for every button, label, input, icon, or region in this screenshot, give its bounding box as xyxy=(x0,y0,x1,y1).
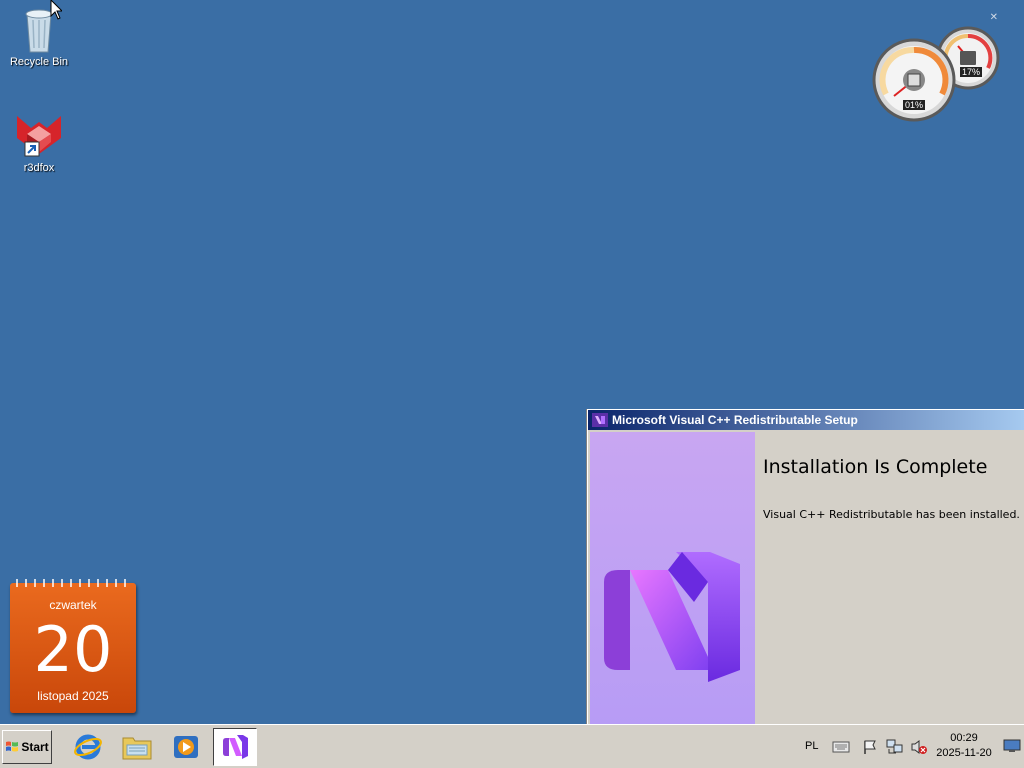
setup-window[interactable]: Microsoft Visual C++ Redistributable Set… xyxy=(587,409,1024,724)
calendar-rings xyxy=(16,579,126,587)
start-button[interactable]: Start xyxy=(2,730,52,764)
setup-content: Installation Is Complete Visual C++ Redi… xyxy=(763,432,1024,724)
calendar-month-year: listopad 2025 xyxy=(37,689,109,703)
windows-logo-icon xyxy=(6,741,19,752)
media-player-icon xyxy=(174,736,198,758)
recycle-bin-label: Recycle Bin xyxy=(9,56,69,68)
setup-window-title: Microsoft Visual C++ Redistributable Set… xyxy=(612,413,858,427)
mouse-cursor-icon xyxy=(50,0,62,20)
taskbar-windows-explorer[interactable] xyxy=(115,728,159,766)
setup-side-banner xyxy=(590,432,755,724)
volume-muted-icon[interactable] xyxy=(910,739,928,755)
cpu-meter-gadget[interactable]: ✕ 01% 17% xyxy=(872,12,1002,124)
system-clock[interactable]: 00:29 2025-11-20 xyxy=(934,731,994,761)
gadget-close-icon[interactable]: ✕ xyxy=(990,12,998,23)
desktop: Recycle Bin r3dfox ✕ 01% 17% czwartek 20… xyxy=(0,0,1024,724)
cpu-percent-readout: 01% xyxy=(903,100,926,110)
visual-studio-installer-icon xyxy=(223,735,248,759)
taskbar-media-player[interactable] xyxy=(164,728,208,766)
recycle-bin-shortcut[interactable]: Recycle Bin xyxy=(1,6,77,68)
language-indicator[interactable]: PL xyxy=(805,740,818,752)
taskbar: Start PL 00:29 2025-11-20 xyxy=(0,724,1024,768)
network-icon[interactable] xyxy=(886,739,904,755)
keyboard-icon[interactable] xyxy=(832,739,850,753)
r3dfox-label: r3dfox xyxy=(23,162,55,174)
visual-studio-logo-icon xyxy=(604,552,740,682)
internet-explorer-icon xyxy=(74,734,102,760)
taskbar-visual-studio-installer[interactable] xyxy=(213,728,257,766)
setup-titlebar[interactable]: Microsoft Visual C++ Redistributable Set… xyxy=(588,410,1024,430)
setup-heading: Installation Is Complete xyxy=(763,456,988,478)
show-desktop-icon[interactable] xyxy=(1003,739,1021,753)
r3dfox-shortcut[interactable]: r3dfox xyxy=(1,112,77,174)
clock-time: 00:29 xyxy=(950,732,978,744)
r3dfox-icon xyxy=(17,116,61,157)
calendar-day: 20 xyxy=(33,613,113,686)
action-center-flag-icon[interactable] xyxy=(862,739,878,755)
memory-percent-readout: 17% xyxy=(960,67,983,77)
windows-explorer-icon xyxy=(122,737,152,760)
calendar-gadget[interactable]: czwartek 20 listopad 2025 xyxy=(10,579,136,713)
clock-date: 2025-11-20 xyxy=(936,747,992,759)
setup-message: Visual C++ Redistributable has been inst… xyxy=(763,508,1020,521)
visual-studio-icon xyxy=(592,413,608,427)
calendar-weekday: czwartek xyxy=(49,598,97,612)
start-label: Start xyxy=(21,740,49,754)
taskbar-internet-explorer[interactable] xyxy=(66,728,110,766)
